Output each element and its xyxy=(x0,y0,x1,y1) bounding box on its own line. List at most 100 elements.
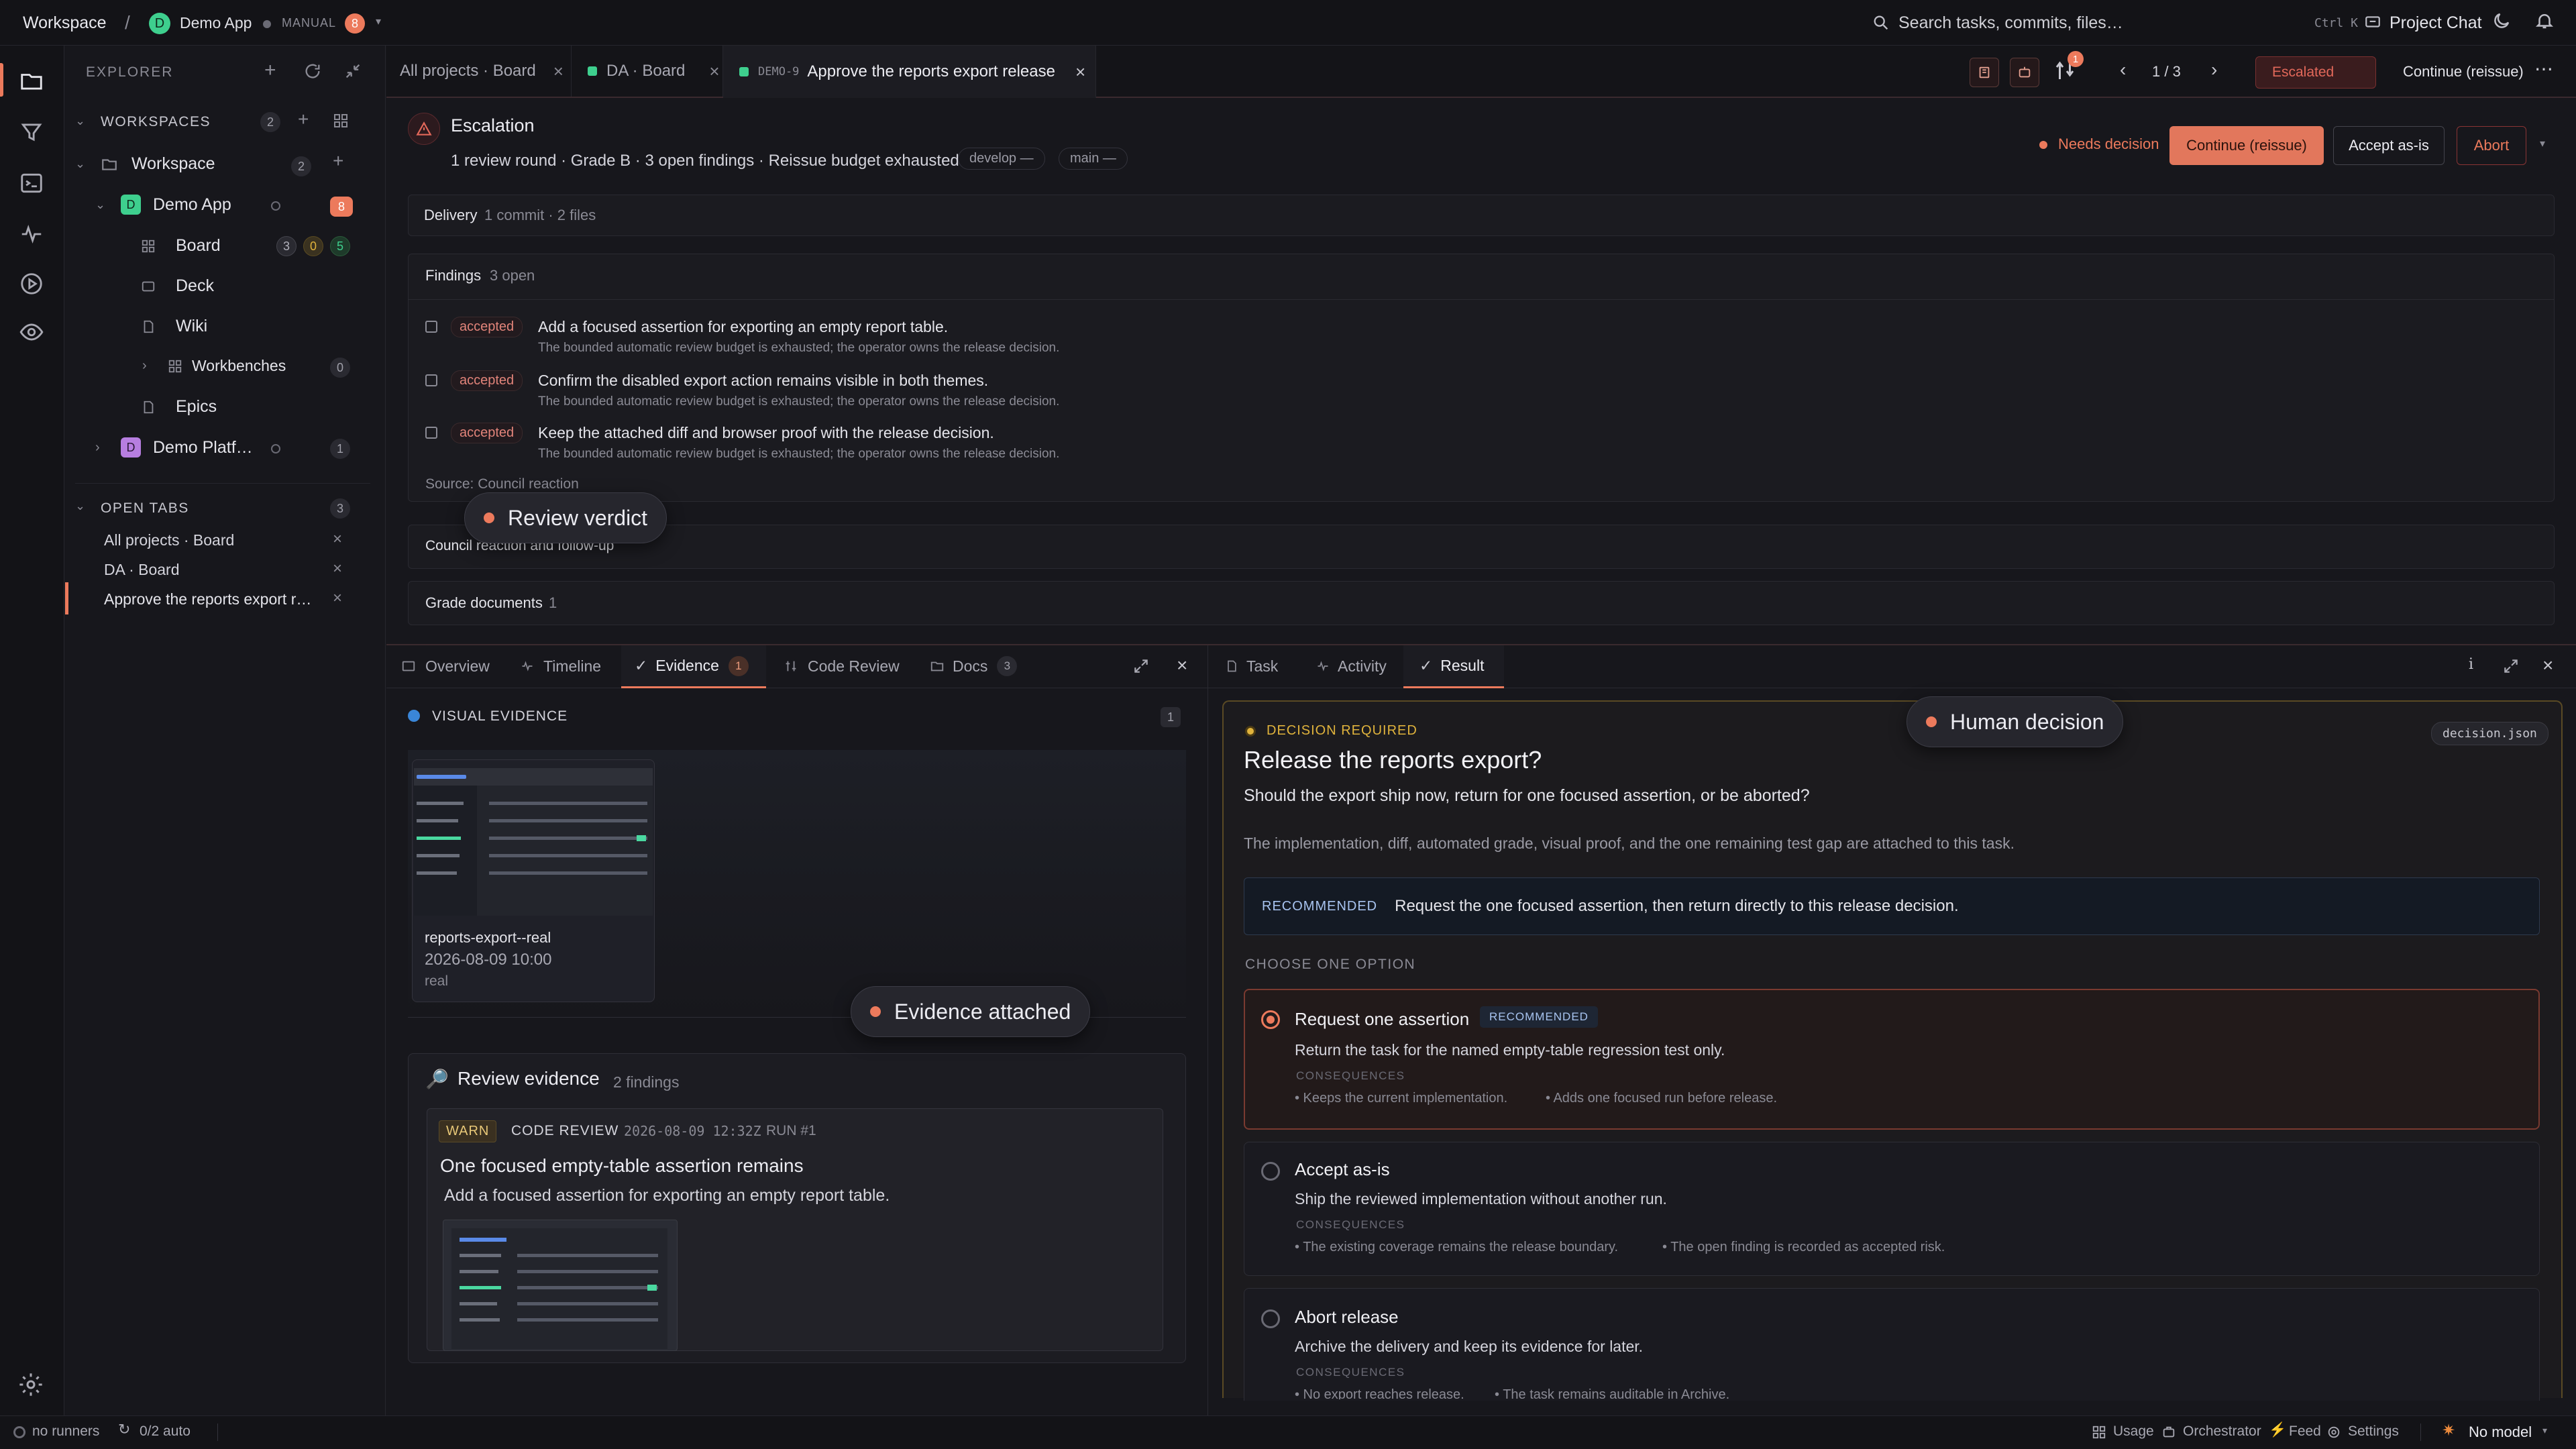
workspace-node[interactable]: ⌄ Workspace xyxy=(75,154,215,174)
radio-unselected[interactable] xyxy=(1261,1162,1280,1181)
sidebar-item-wiki[interactable]: Wiki xyxy=(141,317,207,336)
refresh-icon[interactable] xyxy=(303,62,322,80)
tab-approve-release[interactable]: DEMO-9 Approve the reports export releas… xyxy=(723,46,1096,98)
tab-overview[interactable]: Overview xyxy=(401,645,490,687)
tab-activity[interactable]: Activity xyxy=(1316,645,1387,687)
play-circle-icon[interactable] xyxy=(19,271,44,297)
open-tab-item[interactable]: All projects · Board xyxy=(104,531,234,549)
filter-icon[interactable] xyxy=(19,119,44,145)
app-name[interactable]: Demo App xyxy=(180,14,252,32)
finding-subtext: The bounded automatic review budget is e… xyxy=(538,341,1060,355)
project-demo-platform[interactable]: › D Demo Platf… xyxy=(95,437,253,458)
workbench-icon xyxy=(168,359,182,374)
grid-icon[interactable] xyxy=(333,113,349,129)
tab-code-review[interactable]: Code Review xyxy=(784,645,900,687)
add-icon[interactable]: + xyxy=(264,59,276,82)
option-accept-as-is[interactable] xyxy=(1244,1142,2540,1276)
abort-button[interactable]: Abort xyxy=(2457,126,2526,165)
continue-reissue-button[interactable]: Continue (reissue) xyxy=(2169,126,2324,165)
runners-status[interactable]: no runners xyxy=(32,1424,99,1440)
more-icon[interactable]: ⋯ xyxy=(2534,58,2553,80)
sidebar-item-epics[interactable]: Epics xyxy=(141,397,217,417)
project-avatar: D xyxy=(121,437,141,458)
close-icon[interactable]: × xyxy=(333,589,342,608)
robot-icon[interactable] xyxy=(2010,58,2039,87)
finding-checkbox[interactable] xyxy=(425,374,437,386)
split-view-icon[interactable] xyxy=(1970,58,1999,87)
tab-task[interactable]: Task xyxy=(1225,645,1278,687)
delivery-section[interactable] xyxy=(408,195,2555,236)
finding-checkbox[interactable] xyxy=(425,427,437,439)
tab-all-projects[interactable]: All projects · Board × xyxy=(386,46,572,97)
chevron-down-icon[interactable]: ⌄ xyxy=(75,499,85,513)
model-dropdown-icon[interactable]: ▾ xyxy=(2542,1425,2547,1436)
theme-toggle-icon[interactable] xyxy=(2491,11,2512,31)
project-chat-button[interactable]: Project Chat xyxy=(2390,13,2482,33)
branch-develop[interactable]: develop — xyxy=(958,148,1045,170)
bell-icon[interactable] xyxy=(2534,11,2555,31)
tab-count: 1 xyxy=(728,655,749,676)
chevron-down-icon[interactable]: ⌄ xyxy=(75,114,85,128)
close-icon[interactable]: × xyxy=(2542,655,2553,676)
open-tab-item-active[interactable]: Approve the reports export r… xyxy=(104,590,311,608)
open-tab-item[interactable]: DA · Board xyxy=(104,561,180,579)
info-icon[interactable]: i xyxy=(2469,656,2473,673)
finding-checkbox[interactable] xyxy=(425,321,437,333)
evidence-thumbnail-card[interactable]: reports-export--real 2026-08-09 10:00 re… xyxy=(412,759,655,1002)
council-section[interactable] xyxy=(408,525,2555,569)
collapse-icon[interactable] xyxy=(343,62,362,80)
actions-dropdown-icon[interactable]: ▾ xyxy=(2540,137,2545,150)
close-icon[interactable]: × xyxy=(1177,655,1187,676)
radio-selected[interactable] xyxy=(1261,1010,1280,1029)
close-icon[interactable]: × xyxy=(333,559,342,578)
orchestrator-link[interactable]: Orchestrator xyxy=(2183,1424,2261,1440)
sidebar-item-board[interactable]: Board xyxy=(141,236,221,256)
sidebar-item-workbenches[interactable]: › Workbenches xyxy=(142,357,286,375)
decision-file-chip[interactable]: decision.json xyxy=(2431,722,2548,745)
feed-link[interactable]: Feed xyxy=(2289,1424,2321,1440)
radio-unselected[interactable] xyxy=(1261,1309,1280,1328)
tab-evidence[interactable]: ✓ Evidence 1 xyxy=(621,645,766,688)
expand-icon[interactable] xyxy=(2502,657,2520,675)
grade-documents-section[interactable] xyxy=(408,581,2555,625)
usage-link[interactable]: Usage xyxy=(2113,1424,2154,1440)
tab-timeline[interactable]: Timeline xyxy=(521,645,601,687)
status-dropdown[interactable]: Escalated xyxy=(2255,56,2376,89)
next-icon[interactable]: › xyxy=(2211,59,2217,80)
tab-da-board[interactable]: DA · Board × xyxy=(572,46,723,97)
option-title: Request one assertion xyxy=(1295,1009,1470,1029)
workspace-name: Workspace xyxy=(131,154,215,173)
add-workspace-icon[interactable]: + xyxy=(298,109,309,130)
close-icon[interactable]: × xyxy=(709,61,719,82)
close-icon[interactable]: × xyxy=(1075,62,1085,83)
eye-icon[interactable] xyxy=(19,319,44,345)
workspaces-count: 2 xyxy=(260,112,280,132)
model-selector[interactable]: No model xyxy=(2469,1424,2532,1441)
close-icon[interactable]: × xyxy=(553,61,564,82)
auto-status[interactable]: 0/2 auto xyxy=(140,1424,191,1440)
search-input[interactable]: Search tasks, commits, files… xyxy=(1898,13,2123,33)
tab-result[interactable]: ✓ Result xyxy=(1403,645,1504,688)
settings-link[interactable]: Settings xyxy=(2348,1424,2399,1440)
tab-docs[interactable]: Docs 3 xyxy=(930,645,1018,687)
consequence-item: • Keeps the current implementation. xyxy=(1295,1091,1508,1106)
workspace-link[interactable]: Workspace xyxy=(23,13,107,33)
mode-dropdown-icon[interactable]: ▾ xyxy=(376,15,381,28)
continue-reissue-link[interactable]: Continue (reissue) xyxy=(2403,63,2524,80)
settings-gear-icon[interactable] xyxy=(17,1371,44,1398)
review-timestamp: 2026-08-09 12:32Z xyxy=(624,1123,761,1139)
project-avatar: D xyxy=(121,195,141,215)
folder-icon[interactable] xyxy=(19,68,44,94)
terminal-icon[interactable] xyxy=(19,170,44,196)
accept-as-is-button[interactable]: Accept as-is xyxy=(2333,126,2445,165)
expand-icon[interactable] xyxy=(1132,657,1150,675)
project-name: Demo App xyxy=(153,195,231,214)
prev-icon[interactable]: ‹ xyxy=(2120,59,2126,80)
close-icon[interactable]: × xyxy=(333,530,342,549)
finding-title: Add a focused assertion for exporting an… xyxy=(538,318,949,335)
project-demo-app[interactable]: ⌄ D Demo App xyxy=(95,195,231,215)
add-project-icon[interactable]: + xyxy=(333,150,343,172)
pulse-icon[interactable] xyxy=(19,221,44,247)
branch-main[interactable]: main — xyxy=(1059,148,1128,170)
sidebar-item-deck[interactable]: Deck xyxy=(141,276,214,296)
